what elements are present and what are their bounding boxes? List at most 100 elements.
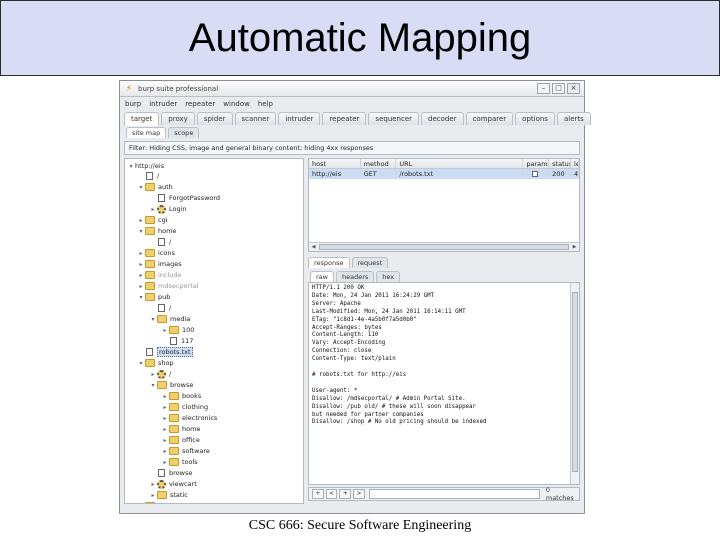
menu-intruder[interactable]: intruder xyxy=(149,100,177,108)
tree-node[interactable]: ▾ media xyxy=(149,314,190,324)
column-host[interactable]: host xyxy=(309,159,361,168)
tab-site-map[interactable]: site map xyxy=(126,127,167,138)
table-row[interactable]: http://eis GET /robots.txt 200 40 xyxy=(309,169,579,179)
window-titlebar[interactable]: ⚡ burp suite professional – □ × xyxy=(120,81,584,97)
expand-icon[interactable]: ▸ xyxy=(161,415,169,422)
expand-icon[interactable]: ▸ xyxy=(161,426,169,433)
tree-node[interactable]: ▸ office xyxy=(161,435,200,445)
previous-match-button[interactable]: < xyxy=(325,489,338,499)
tab-headers[interactable]: headers xyxy=(335,271,375,282)
column-params[interactable]: params xyxy=(523,159,550,168)
expand-icon[interactable]: ▸ xyxy=(149,206,157,213)
response-viewer[interactable]: HTTP/1.1 200 OK Date: Mon, 24 Jan 2011 1… xyxy=(308,282,580,485)
tab-decoder[interactable]: decoder xyxy=(421,112,464,125)
tab-proxy[interactable]: proxy xyxy=(161,112,195,125)
tree-node[interactable]: ▸ icons xyxy=(137,248,175,258)
tab-response[interactable]: response xyxy=(308,257,350,268)
tab-raw[interactable]: raw xyxy=(310,271,334,282)
tab-comparer[interactable]: comparer xyxy=(465,112,514,125)
column-method[interactable]: method xyxy=(361,159,397,168)
collapse-icon[interactable]: ▾ xyxy=(137,360,145,367)
tab-sequencer[interactable]: sequencer xyxy=(368,112,420,125)
tree-node[interactable]: ▸ mdsecportal xyxy=(137,281,199,291)
expand-icon[interactable]: ▸ xyxy=(137,250,145,257)
expand-icon[interactable]: ▸ xyxy=(161,393,169,400)
collapse-icon[interactable]: ▾ xyxy=(137,184,145,191)
tab-scanner[interactable]: scanner xyxy=(234,112,277,125)
tab-alerts[interactable]: alerts xyxy=(556,112,591,125)
expand-icon[interactable]: ▸ xyxy=(137,217,145,224)
expand-icon[interactable]: ▸ xyxy=(161,404,169,411)
tab-intruder[interactable]: intruder xyxy=(278,112,321,125)
expand-icon[interactable]: ▸ xyxy=(137,272,145,279)
search-input[interactable] xyxy=(368,489,540,499)
menu-window[interactable]: window xyxy=(223,100,250,108)
scroll-left-icon[interactable]: ◀ xyxy=(309,243,318,251)
column-length[interactable]: le xyxy=(571,159,579,168)
tree-node[interactable]: / xyxy=(137,171,159,181)
expand-icon[interactable]: ▸ xyxy=(137,503,145,504)
tree-node[interactable]: browse xyxy=(149,468,192,478)
menu-repeater[interactable]: repeater xyxy=(185,100,215,108)
collapse-icon[interactable]: ▾ xyxy=(149,316,157,323)
tab-request[interactable]: request xyxy=(351,257,389,268)
help-button[interactable]: + xyxy=(312,489,324,499)
close-button[interactable]: × xyxy=(567,83,580,94)
tab-hex[interactable]: hex xyxy=(376,271,401,282)
tree-node[interactable]: ▾ home xyxy=(137,226,176,236)
response-vertical-scrollbar[interactable] xyxy=(570,283,579,484)
expand-icon[interactable]: ▸ xyxy=(149,481,157,488)
tab-scope[interactable]: scope xyxy=(168,127,200,138)
tree-node[interactable]: / xyxy=(149,237,171,247)
tab-target[interactable]: target xyxy=(124,112,160,126)
tab-repeater[interactable]: repeater xyxy=(322,112,367,125)
minimize-button[interactable]: – xyxy=(537,83,550,94)
column-status[interactable]: status xyxy=(549,159,572,168)
expand-icon[interactable]: ▸ xyxy=(137,283,145,290)
tree-node[interactable]: ▸ Login xyxy=(149,204,187,214)
tree-node[interactable]: ▸ images xyxy=(137,259,182,269)
tree-node[interactable]: ▾ auth xyxy=(137,182,173,192)
collapse-icon[interactable]: ▾ xyxy=(149,382,157,389)
tree-node[interactable]: ForgotPassword xyxy=(149,193,220,203)
tree-node[interactable]: ▸ include xyxy=(137,270,182,280)
collapse-icon[interactable]: ▾ xyxy=(137,294,145,301)
tree-node[interactable]: ▸ tools xyxy=(161,457,198,467)
tree-node[interactable]: ▸ books xyxy=(161,391,201,401)
tree-node[interactable]: / xyxy=(149,303,171,313)
expand-icon[interactable]: ▸ xyxy=(161,327,169,334)
expand-icon[interactable]: ▸ xyxy=(161,459,169,466)
scrollbar-thumb[interactable] xyxy=(319,244,569,250)
scroll-right-icon[interactable]: ▶ xyxy=(570,243,579,251)
menu-burp[interactable]: burp xyxy=(125,100,141,108)
maximize-button[interactable]: □ xyxy=(552,83,565,94)
expand-icon[interactable]: ▸ xyxy=(137,261,145,268)
tab-options[interactable]: options xyxy=(515,112,555,125)
expand-icon[interactable]: ▸ xyxy=(161,448,169,455)
tree-node[interactable]: ▸ static xyxy=(149,490,188,500)
collapse-icon[interactable]: ▾ xyxy=(127,163,135,170)
scrollbar-thumb[interactable] xyxy=(572,292,578,472)
params-checkbox[interactable] xyxy=(532,171,539,177)
tab-spider[interactable]: spider xyxy=(196,112,233,125)
tree-node[interactable]: 117 xyxy=(161,336,193,346)
tree-node-root[interactable]: ▾ http://eis xyxy=(127,161,164,171)
menu-help[interactable]: help xyxy=(258,100,273,108)
tree-node[interactable]: ▸ 100 xyxy=(161,325,194,335)
tree-node[interactable]: ▸ home xyxy=(161,424,200,434)
tree-node[interactable]: ▸ cgi xyxy=(137,215,168,225)
tree-node[interactable]: ▸ viewcart xyxy=(149,479,197,489)
tree-node[interactable]: ▾ shop xyxy=(137,358,174,368)
tree-node[interactable]: ▸ software xyxy=(161,446,210,456)
filter-bar[interactable]: Filter: Hiding CSS, image and general bi… xyxy=(124,141,580,155)
expand-icon[interactable]: ▸ xyxy=(149,371,157,378)
table-horizontal-scrollbar[interactable]: ◀ ▶ xyxy=(309,242,579,251)
tree-node[interactable]: ▾ browse xyxy=(149,380,193,390)
tree-node[interactable]: ▾ pub xyxy=(137,292,170,302)
column-url[interactable]: URL xyxy=(396,159,524,168)
site-map-tree[interactable]: ▾ http://eis / ▾ auth ForgotPassword ▸ Log… xyxy=(124,158,304,504)
tree-node[interactable]: ▸sitecord xyxy=(137,501,184,504)
tree-node[interactable]: ▸ clothing xyxy=(161,402,208,412)
tree-node[interactable]: ▸ electronics xyxy=(161,413,217,423)
tree-node-selected[interactable]: robots.txt xyxy=(137,347,193,357)
